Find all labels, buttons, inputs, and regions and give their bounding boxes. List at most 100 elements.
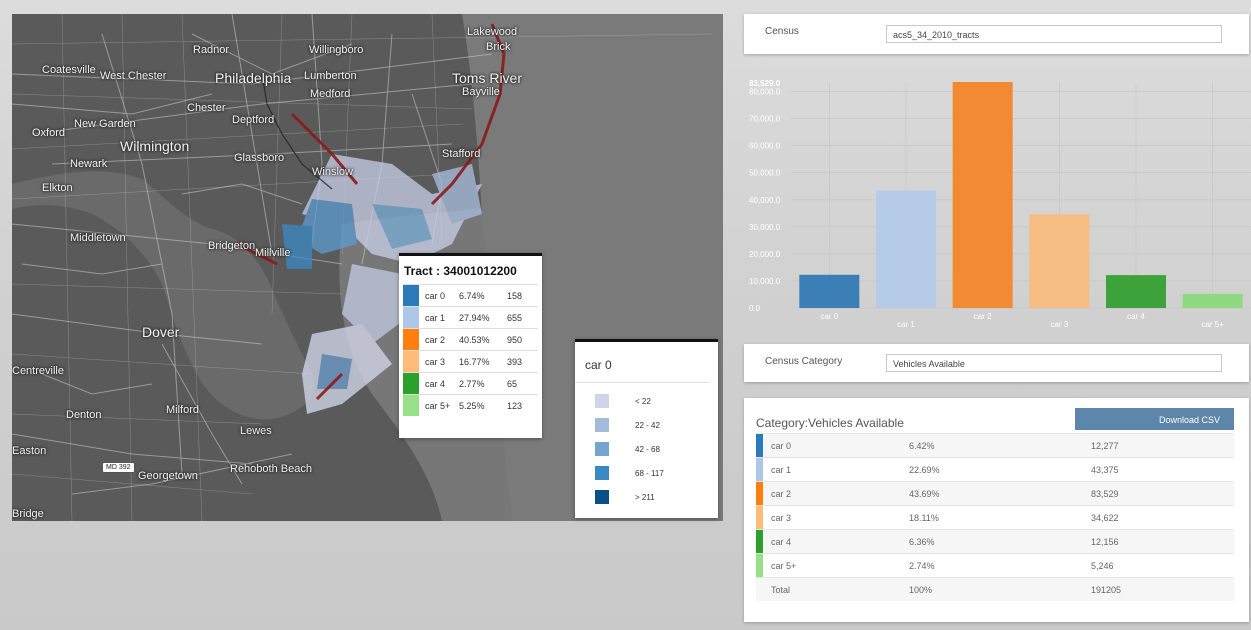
color-swatch — [756, 506, 763, 529]
y-tick-label: 30,000.0 — [749, 223, 781, 232]
y-tick-label: 60,000.0 — [749, 142, 781, 151]
table-cell-percent: 6.36% — [909, 536, 935, 547]
tract-row-pct: 6.74% — [459, 290, 485, 301]
legend-item: 42 - 68 — [595, 437, 718, 461]
bar-chart-svg: 0.0 10,000.0 20,000.0 30,000.0 40,000.0 50,00… — [749, 79, 1251, 329]
table-cell-category: car 1 — [771, 464, 792, 475]
map-place-label: Stafford — [442, 148, 481, 160]
legend-title: car 0 — [575, 342, 710, 383]
table-cell-value: 191205 — [1091, 584, 1122, 595]
y-tick-label: 0.0 — [749, 304, 761, 313]
tract-popup-row: car 2 40.53% 950 — [403, 328, 538, 350]
census-category-input[interactable]: Vehicles Available — [886, 354, 1222, 372]
table-cell-percent: 22.69% — [909, 464, 940, 475]
tract-row-name: car 1 — [425, 312, 446, 323]
legend-item-label: 42 - 68 — [635, 444, 660, 454]
table-row: car 0 6.42% 12,277 — [756, 433, 1234, 457]
table-row: Total 100% 191205 — [756, 577, 1234, 601]
y-tick-label: 70,000.0 — [749, 115, 781, 124]
map-place-label: Chester — [187, 102, 226, 114]
map-place-label: Middletown — [70, 232, 126, 244]
map-place-label: West Chester — [100, 70, 167, 82]
map-place-label: Oxford — [32, 127, 66, 139]
map-place-label: Easton — [12, 445, 47, 457]
legend-swatch — [595, 418, 609, 432]
table-cell-category: car 5+ — [771, 560, 797, 571]
y-tick-label: 20,000.0 — [749, 250, 781, 259]
map-place-label: Newark — [70, 158, 108, 170]
map-place-label: New Garden — [74, 118, 136, 130]
tract-row-name: car 3 — [425, 356, 446, 367]
legend-item-label: 68 - 117 — [635, 468, 664, 478]
color-swatch — [403, 373, 419, 394]
legend-item: 68 - 117 — [595, 461, 718, 485]
map-place-label: Dover — [142, 324, 180, 340]
table-cell-percent: 6.42% — [909, 440, 935, 451]
table-cell-value: 43,375 — [1091, 464, 1119, 475]
tract-row-count: 393 — [507, 356, 523, 367]
tract-row-count: 655 — [507, 312, 523, 323]
map-place-label: Millville — [255, 247, 291, 259]
x-tick-label: car 1 — [897, 320, 915, 329]
map-place-label: Bridgeton — [208, 240, 256, 252]
tract-popup-row: car 1 27.94% 655 — [403, 306, 538, 328]
tract-row-count: 65 — [507, 378, 518, 389]
x-tick-label: car 0 — [820, 312, 838, 321]
tract-row-pct: 40.53% — [459, 334, 490, 345]
table-cell-category: car 0 — [771, 440, 792, 451]
tract-popup-row: car 0 6.74% 158 — [403, 284, 538, 306]
tract-row-name: car 0 — [425, 290, 446, 301]
legend-items: < 22 22 - 42 42 - 68 68 - 117 > 211 — [575, 389, 718, 509]
census-label: Census — [765, 26, 799, 37]
map-place-label: Medford — [310, 88, 351, 100]
table-cell-category: Total — [771, 584, 791, 595]
map-place-label: Brick — [486, 41, 511, 53]
map-place-label: Toms River — [452, 70, 523, 86]
color-swatch — [756, 458, 763, 481]
legend-swatch — [595, 490, 609, 504]
legend-item: > 211 — [595, 485, 718, 509]
map-place-label: Bridge — [12, 508, 44, 520]
y-max-label: 83,529.0 — [749, 79, 781, 88]
table-row: car 2 43.69% 83,529 — [756, 481, 1234, 505]
table-title: Category:Vehicles Available — [756, 416, 904, 430]
tract-popup: Tract : 34001012200 car 0 6.74% 158 car … — [399, 253, 542, 438]
bar-car2 — [952, 82, 1013, 308]
tract-row-pct: 2.77% — [459, 378, 485, 389]
tract-row-name: car 2 — [425, 334, 446, 345]
map-place-label: Milford — [166, 404, 200, 416]
table-cell-category: car 2 — [771, 488, 792, 499]
bar-car0 — [799, 274, 860, 308]
category-table: car 0 6.42% 12,277 car 1 22.69% 43,375 c… — [756, 433, 1234, 601]
map-place-label: Lewes — [240, 425, 272, 437]
y-tick-label: 40,000.0 — [749, 196, 781, 205]
map-place-label: Lumberton — [304, 70, 357, 82]
y-tick-label: 50,000.0 — [749, 169, 781, 178]
download-csv-button[interactable]: Download CSV — [1075, 408, 1234, 430]
table-cell-category: car 4 — [771, 536, 792, 547]
tract-row-count: 950 — [507, 334, 523, 345]
y-tick-label: 80,000.0 — [749, 88, 781, 97]
color-swatch — [756, 434, 763, 457]
tract-row-count: 158 — [507, 290, 523, 301]
map-place-label: Willingboro — [309, 44, 364, 56]
map-place-label: Bayville — [462, 86, 500, 98]
census-input[interactable]: acs5_34_2010_tracts — [886, 25, 1222, 43]
map-place-label: Coatesville — [42, 64, 96, 76]
category-table-panel: Category:Vehicles Available Download CSV… — [744, 398, 1249, 622]
table-cell-category: car 3 — [771, 512, 792, 523]
map-place-label: Deptford — [232, 114, 275, 126]
legend-item: < 22 — [595, 389, 718, 413]
color-swatch — [756, 578, 763, 601]
road-shield-md392: MD 392 — [102, 462, 135, 473]
table-cell-percent: 43.69% — [909, 488, 940, 499]
legend-item-label: < 22 — [635, 396, 651, 406]
legend-item-label: > 211 — [635, 492, 655, 502]
table-cell-percent: 100% — [909, 584, 933, 595]
table-cell-value: 5,246 — [1091, 560, 1114, 571]
color-swatch — [403, 285, 419, 306]
table-cell-value: 12,277 — [1091, 440, 1119, 451]
color-swatch — [403, 351, 419, 372]
tract-row-count: 123 — [507, 400, 523, 411]
census-category-label: Census Category — [765, 356, 843, 367]
